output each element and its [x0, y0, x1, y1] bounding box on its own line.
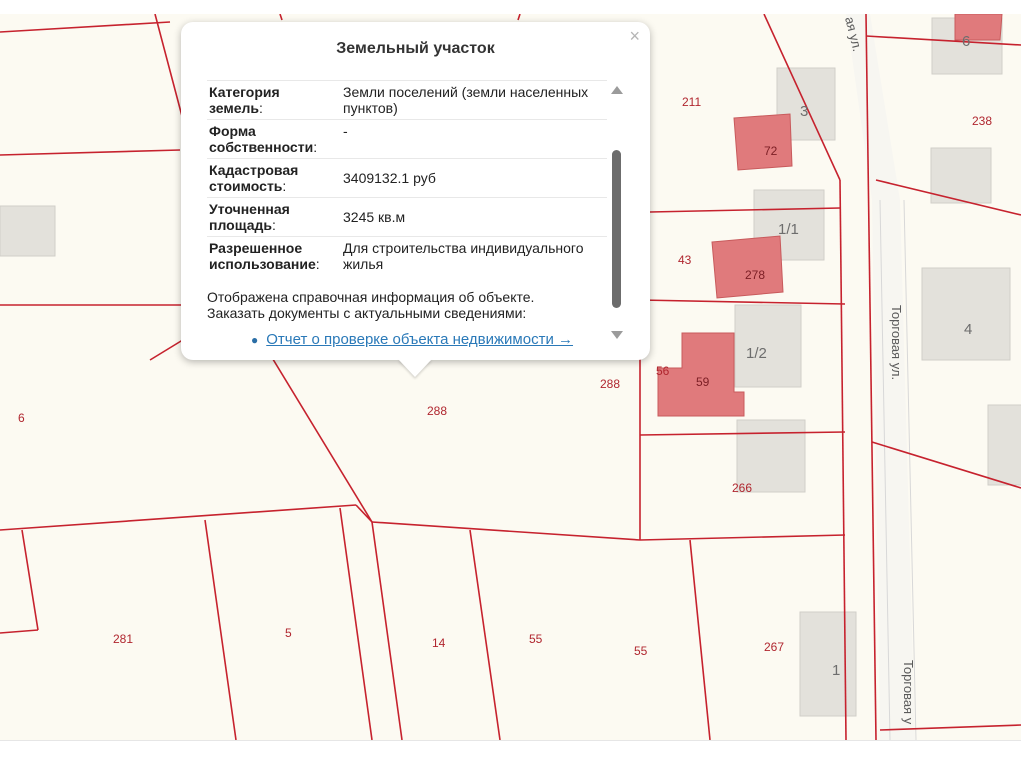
building-number: 6 [962, 33, 970, 50]
building-number: 1 [832, 662, 840, 679]
popup-pointer [398, 359, 432, 377]
red-building-number: 72 [764, 144, 778, 158]
attribute-key: Кадастровая стоимость: [207, 158, 341, 198]
attribute-value: 3245 кв.м [341, 197, 607, 237]
attribute-value: Земли поселений (земли населенных пункто… [341, 80, 607, 120]
attribute-value: - [341, 119, 607, 159]
attribute-key: Разрешенное использование: [207, 236, 341, 275]
table-row: Категория земель: Земли поселений (земли … [207, 80, 607, 120]
report-link-item: ● Отчет о проверке объекта недвижимости → [207, 331, 609, 348]
plot-number: 43 [678, 253, 692, 267]
street-label: Торговая у [901, 660, 916, 725]
building-number: 4 [964, 321, 972, 338]
top-border [0, 0, 1021, 15]
building-number: 1/1 [778, 221, 799, 238]
red-building-number: 278 [745, 268, 765, 282]
property-report-link[interactable]: Отчет о проверке объекта недвижимости → [266, 331, 573, 348]
building [734, 304, 802, 388]
plot-number: 14 [432, 636, 446, 650]
red-building-number: 59 [696, 375, 710, 389]
attributes-table: Категория земель: Земли поселений (земли … [207, 80, 607, 275]
popup-title: Земельный участок [336, 40, 495, 57]
scrollbar-thumb[interactable] [612, 150, 621, 308]
plot-number: 267 [764, 640, 784, 654]
table-row: Кадастровая стоимость: 3409132.1 руб [207, 158, 607, 198]
building-number: 3 [800, 103, 808, 120]
red-building [711, 235, 784, 299]
plot-number: 55 [634, 644, 648, 658]
building [921, 267, 1011, 361]
attribute-key: Уточненная площадь: [207, 197, 341, 237]
table-row: Разрешенное использование: Для строительс… [207, 236, 607, 275]
table-row: Форма собственности: - [207, 119, 607, 159]
plot-number: 5 [285, 626, 292, 640]
plot-number: 281 [113, 632, 133, 646]
plot-number: 55 [529, 632, 543, 646]
building-number: 1/2 [746, 345, 767, 362]
plot-number: 266 [732, 481, 752, 495]
attribute-key: Категория земель: [207, 80, 341, 120]
plot-number: 288 [427, 404, 447, 418]
attribute-value: 3409132.1 руб [341, 158, 607, 198]
attribute-key: Форма собственности: [207, 119, 341, 159]
info-note: Отображена справочная информация об объе… [207, 289, 535, 321]
building [987, 404, 1021, 486]
plot-number: 288 [600, 377, 620, 391]
popup-content: Категория земель: Земли поселений (земли … [207, 80, 609, 348]
triangle-up-icon[interactable] [611, 86, 623, 94]
bottom-border [0, 740, 1021, 769]
plot-number: 211 [682, 95, 701, 109]
popup-scrollbar[interactable] [609, 84, 625, 342]
land-plot-popup: × Земельный участок Категория земель: Зем… [181, 22, 650, 360]
red-building [733, 113, 793, 171]
plot-number: 6 [18, 411, 25, 425]
bullet-icon: ● [251, 333, 259, 347]
triangle-down-icon[interactable] [611, 331, 623, 339]
table-row: Уточненная площадь: 3245 кв.м [207, 197, 607, 237]
plot-number: 56 [656, 364, 670, 378]
street-label: Торговая ул. [889, 305, 904, 380]
attribute-value: Для строительства индивидуального жилья [341, 236, 607, 275]
building [799, 611, 857, 717]
plot-number: 238 [972, 114, 992, 128]
building [0, 205, 56, 257]
